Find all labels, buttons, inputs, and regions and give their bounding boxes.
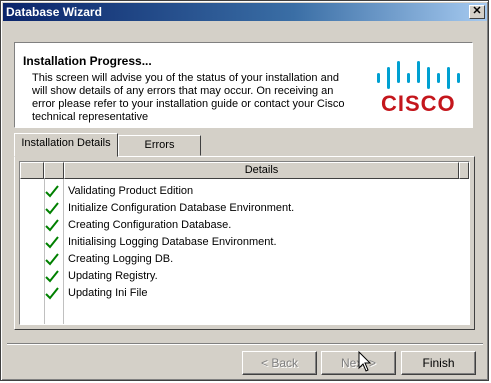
tab-errors[interactable]: Errors [118,135,201,156]
window-title: Database Wizard [6,5,102,19]
page-description: This screen will advise you of the statu… [32,72,345,123]
table-row[interactable]: Creating Configuration Database. [20,217,469,234]
check-icon [45,253,59,266]
back-button[interactable]: < Back [242,351,317,375]
row-detail: Updating Registry. [68,270,158,282]
row-detail: Initialize Configuration Database Enviro… [68,202,295,214]
cisco-bridge-icon [377,61,460,89]
grid-header: Details [20,162,469,179]
check-icon [45,287,59,300]
close-button[interactable]: ✕ [469,5,485,19]
mouse-cursor-icon [358,351,372,372]
row-detail: Initialising Logging Database Environmen… [68,236,277,248]
check-icon [45,202,59,215]
cisco-logo: CISCO [373,57,463,117]
details-grid[interactable]: Details Validating Product Edition Initi… [19,161,470,325]
table-row[interactable]: Initialising Logging Database Environmen… [20,234,469,251]
close-icon: ✕ [472,5,482,17]
database-wizard-window: Database Wizard ✕ Installation Progress.… [0,0,489,381]
cisco-wordmark: CISCO [381,91,456,116]
header-panel: Installation Progress... This screen wil… [14,42,473,128]
title-bar[interactable]: Database Wizard ✕ [3,3,487,21]
column-header-details[interactable]: Details [64,162,459,179]
check-icon [45,270,59,283]
table-row[interactable]: Creating Logging DB. [20,251,469,268]
row-detail: Updating Ini File [68,287,148,299]
table-row[interactable]: Initialize Configuration Database Enviro… [20,200,469,217]
row-detail: Validating Product Edition [68,185,194,197]
row-detail: Creating Configuration Database. [68,219,232,231]
installation-details-panel: Details Validating Product Edition Initi… [14,156,475,330]
column-header-row-selector[interactable] [20,162,44,179]
table-row[interactable]: Updating Ini File [20,285,469,302]
tab-installation-details[interactable]: Installation Details [14,133,118,157]
page-title: Installation Progress... [23,54,152,68]
check-icon [45,185,59,198]
table-row[interactable]: Validating Product Edition [20,183,469,200]
check-icon [45,219,59,232]
button-separator [7,343,483,345]
column-header-status[interactable] [44,162,64,179]
check-icon [45,236,59,249]
table-row[interactable]: Updating Registry. [20,268,469,285]
finish-button[interactable]: Finish [401,351,476,375]
row-detail: Creating Logging DB. [68,253,174,265]
column-header-end [459,162,469,179]
